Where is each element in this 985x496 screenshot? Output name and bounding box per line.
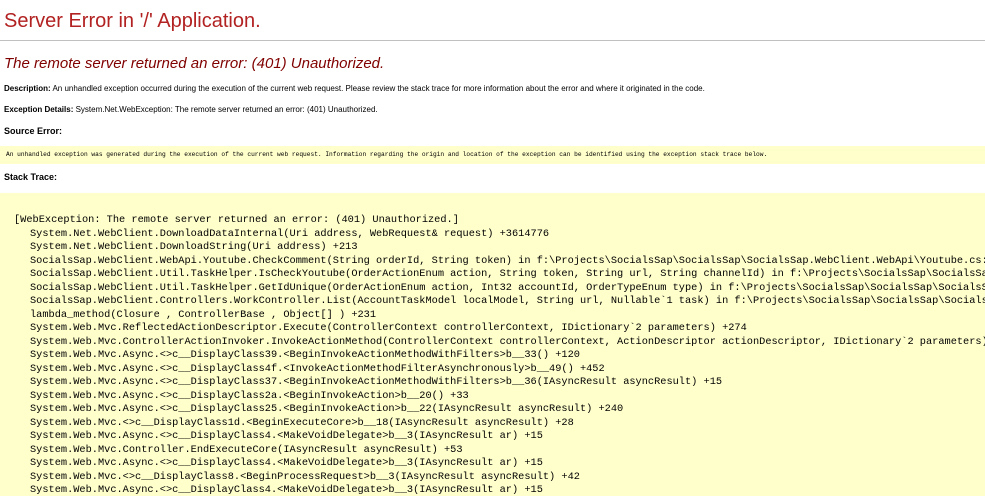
stack-trace-header: [WebException: The remote server returne… (14, 214, 459, 226)
error-message: The remote server returned an error: (40… (4, 55, 385, 72)
stack-trace-label: Stack Trace: (4, 172, 58, 182)
description-line: Description: An unhandled exception occu… (4, 84, 705, 93)
stack-trace-frame: lambda_method(Closure , ControllerBase ,… (30, 308, 377, 321)
exception-details-line: Exception Details: System.Net.WebExcepti… (4, 105, 378, 114)
stack-trace-frame: System.Web.Mvc.Async.<>c__DisplayClass4.… (30, 430, 543, 442)
stack-trace-frame: System.Net.WebClient.DownloadString(Uri … (30, 241, 358, 253)
stack-trace-frame: System.Web.Mvc.<>c__DisplayClass1d.<Begi… (30, 416, 574, 429)
stack-trace-frame: System.Web.Mvc.Controller.EndExecuteCore… (30, 443, 463, 456)
description-text: An unhandled exception occurred during t… (52, 84, 705, 93)
source-error-label: Source Error: (4, 126, 63, 136)
error-page: Server Error in '/' Application. The rem… (0, 0, 985, 496)
stack-trace-frame: System.Net.WebClient.DownloadDataInterna… (30, 227, 550, 240)
stack-trace-frame: System.Web.Mvc.ReflectedActionDescriptor… (30, 322, 747, 334)
source-error-box: An unhandled exception was generated dur… (0, 146, 985, 164)
stack-trace-frame: SocialsSap.WebClient.Controllers.WorkCon… (30, 295, 985, 307)
stack-trace-frame: System.Web.Mvc.Async.<>c__DisplayClass39… (30, 349, 580, 361)
stack-trace-frame: System.Web.Mvc.Async.<>c__DisplayClass37… (30, 376, 723, 388)
stack-trace-frame: System.Web.Mvc.Async.<>c__DisplayClass4.… (30, 484, 543, 496)
stack-trace-text: [WebException: The remote server returne… (14, 214, 985, 496)
stack-trace-frame: SocialsSap.WebClient.WebApi.Youtube.Chec… (30, 254, 985, 267)
stack-trace-frame: SocialsSap.WebClient.Util.TaskHelper.Get… (30, 281, 985, 294)
stack-trace-frame: System.Web.Mvc.ControllerActionInvoker.I… (30, 335, 985, 348)
exception-details-text: System.Net.WebException: The remote serv… (75, 105, 378, 114)
title-divider (0, 40, 985, 41)
description-label: Description: (4, 84, 51, 93)
stack-trace-frame: System.Web.Mvc.Async.<>c__DisplayClass25… (30, 403, 624, 415)
stack-trace-frame: System.Web.Mvc.<>c__DisplayClass8.<Begin… (30, 470, 580, 483)
exception-details-label: Exception Details: (4, 105, 74, 114)
stack-trace-frame: System.Web.Mvc.Async.<>c__DisplayClass4.… (30, 457, 543, 469)
stack-trace-frame: System.Web.Mvc.Async.<>c__DisplayClass2a… (30, 389, 469, 402)
stack-trace-frame: System.Web.Mvc.Async.<>c__DisplayClass4f… (30, 362, 605, 375)
page-title: Server Error in '/' Application. (4, 10, 261, 32)
source-error-text: An unhandled exception was generated dur… (6, 151, 768, 158)
stack-trace-box: [WebException: The remote server returne… (0, 193, 985, 496)
stack-trace-frame: SocialsSap.WebClient.Util.TaskHelper.IsC… (30, 268, 985, 280)
